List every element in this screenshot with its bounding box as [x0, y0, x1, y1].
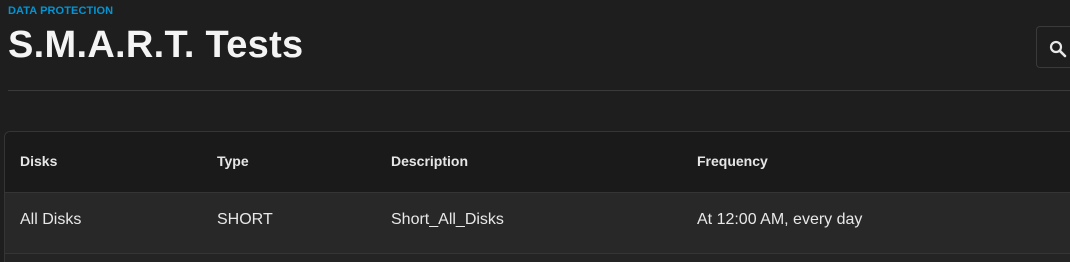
page: DATA PROTECTION S.M.A.R.T. Tests Disks T…: [0, 0, 1070, 262]
page-title: S.M.A.R.T. Tests: [8, 24, 304, 66]
column-header-type[interactable]: Type: [217, 153, 249, 169]
column-header-frequency[interactable]: Frequency: [697, 153, 768, 169]
section-label: DATA PROTECTION: [8, 5, 114, 17]
page-header: DATA PROTECTION S.M.A.R.T. Tests: [8, 0, 1070, 91]
search-icon: [1049, 40, 1067, 58]
cell-description: Short_All_Disks: [391, 211, 504, 228]
cell-disks: All Disks: [20, 211, 82, 228]
cell-frequency: At 12:00 AM, every day: [697, 211, 863, 228]
search-button[interactable]: [1036, 26, 1070, 68]
cell-type: SHORT: [217, 211, 273, 228]
column-header-description[interactable]: Description: [391, 153, 468, 169]
table-row[interactable]: All Disks SHORT Short_All_Disks At 12:00…: [5, 193, 1070, 254]
table-header-row: Disks Type Description Frequency: [5, 132, 1070, 193]
smart-tests-table: Disks Type Description Frequency All Dis…: [4, 131, 1070, 262]
column-header-disks[interactable]: Disks: [20, 153, 57, 169]
